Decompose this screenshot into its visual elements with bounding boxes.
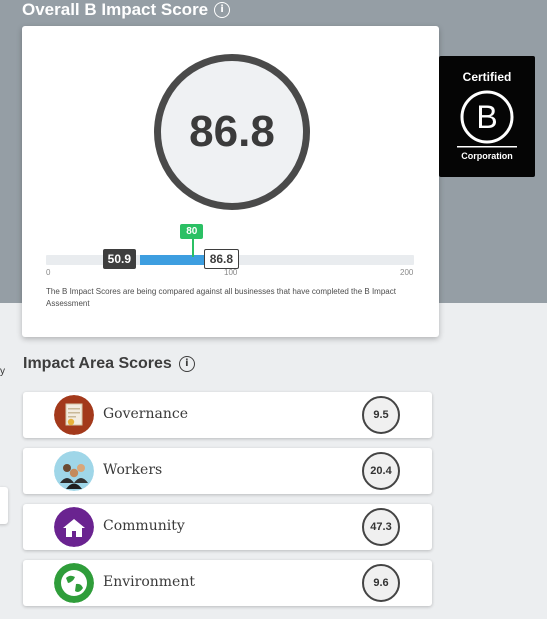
impact-area-label: Environment [103, 574, 195, 590]
info-icon[interactable]: i [178, 356, 195, 372]
impact-area-title: Impact Area Scores [23, 355, 172, 372]
impact-area-label: Community [103, 518, 185, 534]
corporation-text: Corporation [461, 151, 513, 161]
governance-icon [54, 395, 94, 435]
impact-area-score: 9.5 [362, 396, 400, 434]
company-score-badge: 86.8 [203, 249, 240, 269]
impact-area-heading: Impact Area Scores i [23, 354, 195, 374]
b-corp-circle-icon: B [460, 90, 514, 144]
certified-text: Certified [462, 70, 512, 84]
impact-area-label: Workers [103, 462, 163, 478]
impact-area-score: 20.4 [362, 452, 400, 490]
cropped-side-panel[interactable] [0, 487, 8, 524]
qualification-marker-label: 80 [180, 224, 204, 239]
score-range-fill [139, 255, 206, 265]
overall-score-title: Overall B Impact Score [22, 0, 209, 19]
tick-label-200: 200 [400, 268, 414, 277]
certified-b-corp-logo: Certified B Corporation [439, 56, 535, 177]
logo-divider [457, 146, 517, 148]
impact-area-community[interactable]: Community 47.3 [23, 504, 432, 550]
impact-area-label: Governance [103, 406, 189, 422]
comparison-note: The B Impact Scores are being compared a… [46, 287, 396, 308]
score-ring: 86.8 [154, 54, 310, 210]
overall-score-heading: Overall B Impact Score i [22, 0, 231, 20]
impact-area-environment[interactable]: Environment 9.6 [23, 560, 432, 606]
impact-area-score: 47.3 [362, 508, 400, 546]
impact-area-workers[interactable]: Workers 20.4 [23, 448, 432, 494]
tick-label-100: 100 [224, 268, 238, 277]
qualification-marker-line [192, 236, 195, 257]
overall-score-value: 86.8 [189, 107, 275, 156]
cropped-edge-text: y [0, 366, 5, 377]
median-score-badge: 50.9 [102, 249, 136, 269]
tick-label-0: 0 [46, 268, 51, 277]
impact-area-governance[interactable]: Governance 9.5 [23, 392, 432, 438]
community-icon [54, 507, 94, 547]
info-icon[interactable]: i [214, 2, 231, 18]
environment-icon [54, 563, 94, 603]
svg-text:B: B [476, 99, 497, 135]
impact-area-score: 9.6 [362, 564, 400, 602]
overall-score-card: 86.8 80 50.9 86.8 0 100 200 The B Impact… [22, 26, 439, 337]
workers-icon [54, 451, 94, 491]
